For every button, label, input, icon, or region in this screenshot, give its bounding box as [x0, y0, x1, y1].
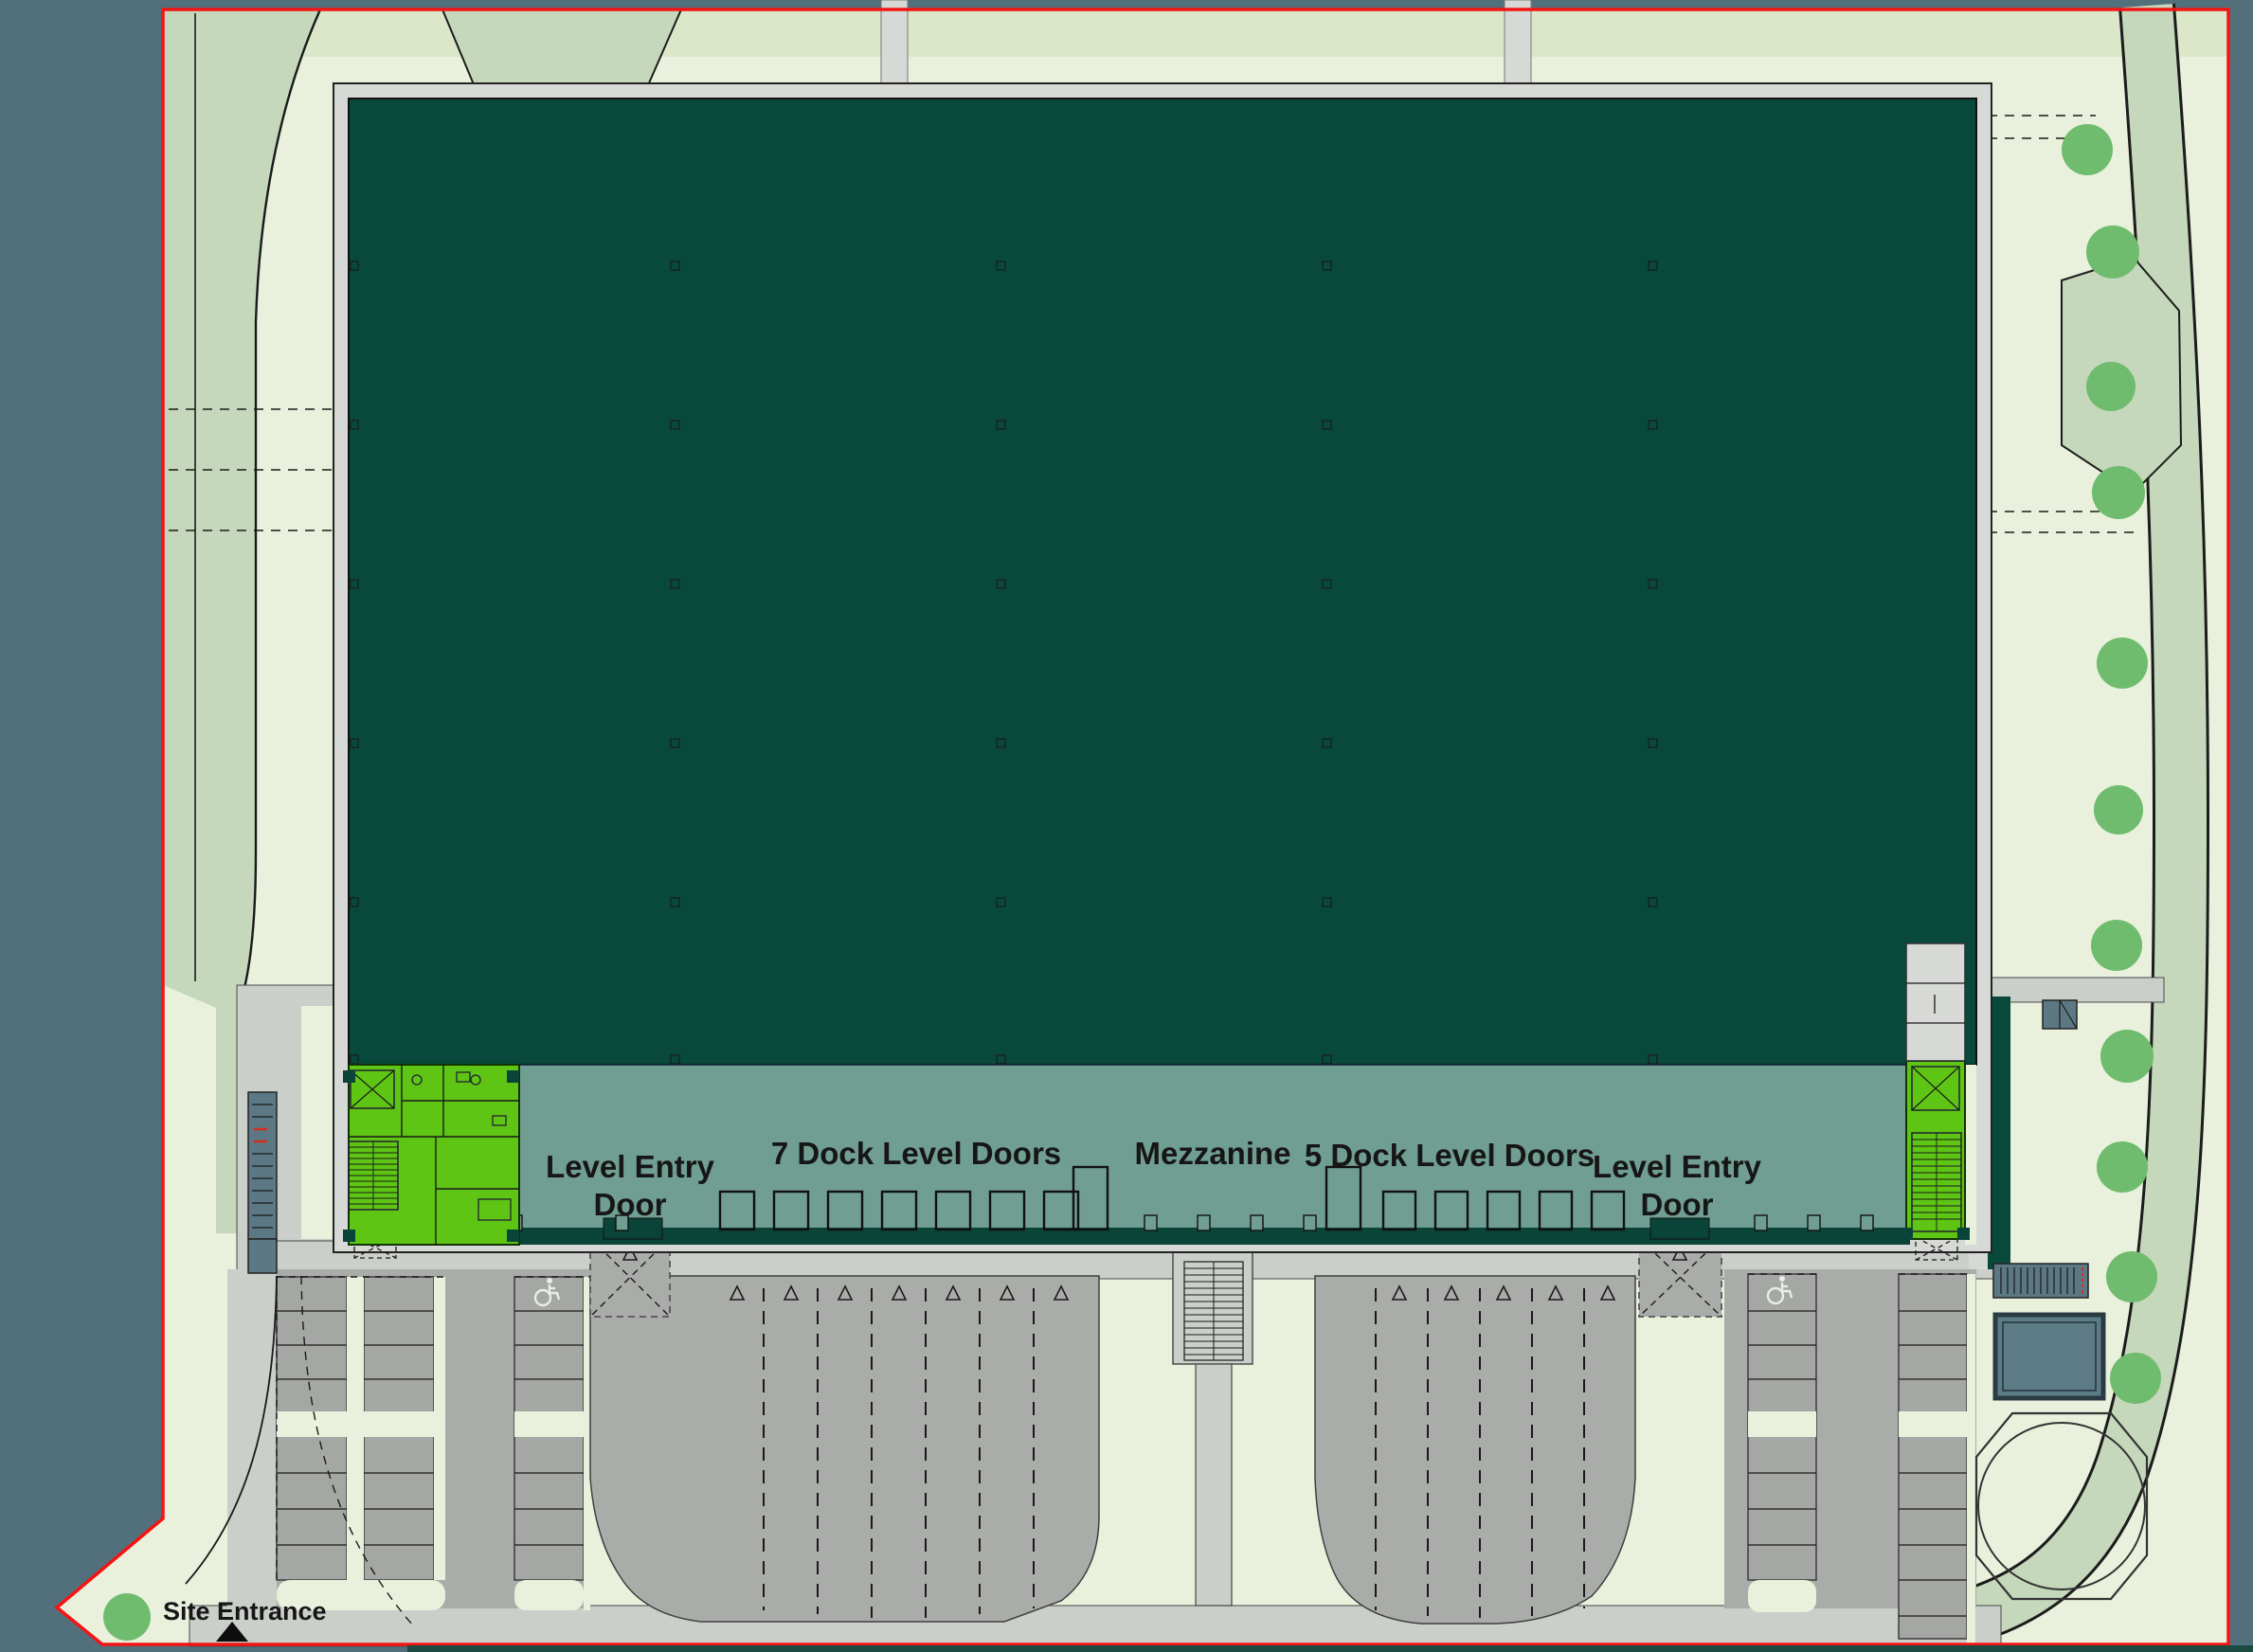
office-core-right [1901, 1060, 1970, 1240]
utility-rooms [1905, 943, 1966, 1062]
entrance-road [227, 1269, 277, 1608]
label-mezzanine: Mezzanine [1134, 1136, 1291, 1171]
office-core-left [343, 1064, 520, 1246]
cycle-shelter-left [247, 1091, 278, 1274]
site-plan: Level Entry Door 7 Dock Level Doors Mezz… [0, 0, 2253, 1652]
label-level-entry-door-right: Level Entry Door [1593, 1149, 1761, 1222]
triangle-up-icon [216, 1622, 248, 1642]
parking-right [1724, 1269, 1976, 1646]
building [333, 82, 1992, 1261]
site-plan-drawing [0, 0, 2253, 1652]
west-footpath [301, 1006, 333, 1239]
south-access-road [189, 1605, 2002, 1647]
parking-left [227, 1269, 590, 1610]
mezzanine-path [1195, 1363, 1233, 1607]
parking-row [1898, 1273, 1968, 1640]
offsite-road-edge [407, 1645, 2253, 1652]
truck-court-right [1314, 1275, 1636, 1625]
cycle-stands-right [1992, 1263, 2089, 1299]
label-7-dock-level-doors: 7 Dock Level Doors [770, 1136, 1062, 1171]
substation [1992, 1312, 2106, 1401]
tree [103, 1593, 151, 1641]
plant-box [2042, 999, 2078, 1030]
truck-court-left [589, 1275, 1100, 1623]
label-level-entry-door-left: Level Entry Door [546, 1149, 714, 1222]
label-5-dock-level-doors: 5 Dock Level Doors [1304, 1138, 1595, 1173]
warehouse-floor [348, 98, 1977, 1066]
parking-island [277, 1411, 445, 1437]
